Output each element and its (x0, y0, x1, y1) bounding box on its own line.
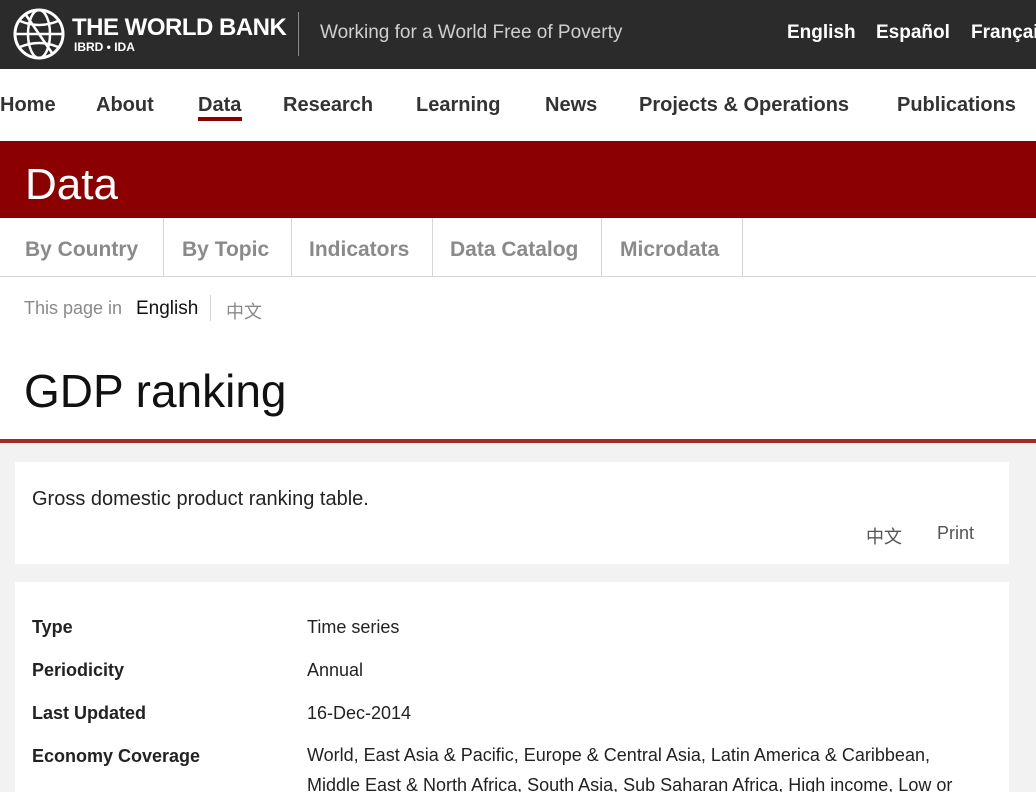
brand-subtitle: IBRD • IDA (74, 40, 135, 54)
nav-learning[interactable]: Learning (416, 94, 500, 117)
page-header-area: This page in English 中文 GDP ranking (0, 277, 1036, 441)
tab-by-topic[interactable]: By Topic (164, 218, 292, 276)
nav-about[interactable]: About (96, 94, 154, 117)
metadata-key-type: Type (32, 617, 73, 637)
tagline: Working for a World Free of Poverty (320, 22, 623, 43)
metadata-card: Type Time series Periodicity Annual Last… (15, 582, 1009, 792)
language-english-link[interactable]: English (787, 22, 856, 44)
tab-by-country[interactable]: By Country (0, 218, 164, 276)
language-francais-link[interactable]: Françai (971, 22, 1036, 44)
main-nav: Home About Data Research Learning News P… (0, 69, 1036, 141)
page-language-label: This page in (24, 298, 123, 318)
metadata-key-periodicity: Periodicity (32, 660, 125, 680)
sub-nav: By Country By Topic Indicators Data Cata… (0, 218, 1036, 277)
metadata-value-last-updated: 16-Dec-2014 (307, 703, 412, 723)
description-card: Gross domestic product ranking table. 中文… (15, 462, 1009, 564)
title-divider (0, 439, 1036, 443)
page-language-chinese[interactable]: 中文 (226, 298, 262, 324)
brand-title[interactable]: THE WORLD BANK (72, 14, 287, 42)
page-title: GDP ranking (24, 365, 287, 417)
nav-projects-operations[interactable]: Projects & Operations (639, 94, 849, 117)
metadata-value-periodicity: Annual (307, 660, 364, 680)
nav-news[interactable]: News (545, 94, 597, 117)
page-language-english[interactable]: English (136, 298, 198, 320)
chinese-version-link[interactable]: 中文 (866, 523, 902, 549)
top-bar: THE WORLD BANK IBRD • IDA Working for a … (0, 0, 1036, 69)
dataset-description: Gross domestic product ranking table. (32, 488, 369, 510)
print-link[interactable]: Print (937, 523, 974, 544)
section-banner: Data (0, 141, 1036, 218)
nav-research[interactable]: Research (283, 94, 373, 117)
nav-data[interactable]: Data (198, 94, 241, 117)
nav-publications[interactable]: Publications (897, 94, 1016, 117)
nav-home[interactable]: Home (0, 94, 56, 117)
tab-data-catalog[interactable]: Data Catalog (433, 218, 602, 276)
metadata-key-economy-coverage: Economy Coverage (32, 746, 201, 766)
world-bank-logo-icon[interactable] (12, 7, 66, 61)
page-language-divider (210, 295, 211, 321)
metadata-value-type: Time series (307, 617, 400, 637)
tab-microdata[interactable]: Microdata (602, 218, 743, 276)
section-title: Data (25, 160, 118, 209)
brand-divider (298, 12, 299, 56)
tab-indicators[interactable]: Indicators (292, 218, 433, 276)
metadata-key-last-updated: Last Updated (32, 703, 147, 723)
active-nav-indicator (198, 117, 242, 121)
language-espanol-link[interactable]: Español (876, 22, 950, 44)
metadata-value-economy-coverage: World, East Asia & Pacific, Europe & Cen… (307, 745, 953, 792)
